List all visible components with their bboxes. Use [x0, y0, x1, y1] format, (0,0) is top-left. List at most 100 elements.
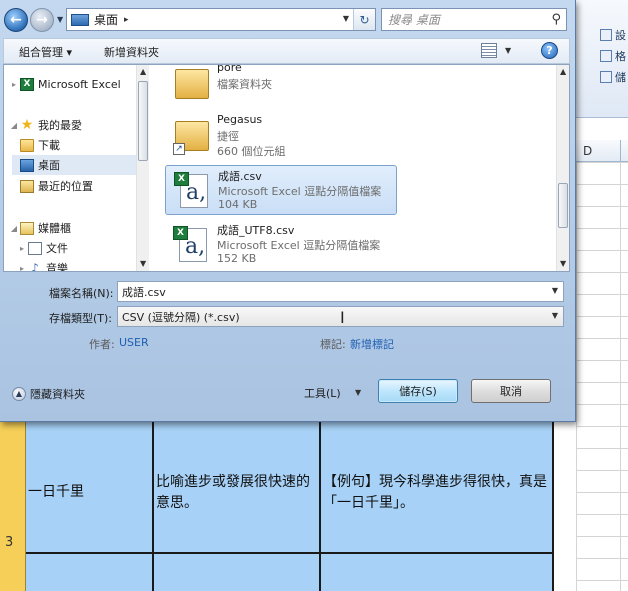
column-divider	[620, 140, 621, 162]
back-button[interactable]: ←	[4, 8, 28, 32]
csv-file-icon: a, X	[173, 226, 209, 264]
cell-idiom[interactable]: 一日千里	[26, 422, 154, 554]
browser-pane: ▸ X Microsoft Excel ◢ ★ 我的最愛 下載 桌面 最近的位置	[3, 64, 570, 272]
excel-badge-icon: X	[173, 226, 188, 240]
nav-item-libraries[interactable]: ◢ 媒體櫃	[8, 218, 71, 238]
file-type: Microsoft Excel 逗點分隔值檔案	[217, 239, 381, 252]
row-header[interactable]	[0, 554, 26, 591]
folder-shape	[175, 69, 209, 99]
address-bar[interactable]: 桌面 ▸ ▼ ↻	[66, 8, 376, 31]
filetype-label: 存檔類型(T):	[49, 312, 113, 325]
sheet-grid[interactable]	[576, 162, 628, 591]
ribbon-table-icon	[600, 50, 612, 62]
nav-item-excel[interactable]: ▸ X Microsoft Excel	[8, 74, 121, 94]
cell[interactable]	[154, 554, 321, 591]
cell[interactable]	[321, 554, 554, 591]
filename-label: 檔案名稱(N):	[49, 287, 114, 300]
nav-label: 文件	[46, 242, 68, 255]
nav-item-documents[interactable]: ▸ 文件	[16, 238, 68, 258]
cell-example-text: 【例句】現今科學進步得很快，真是「一日千里」。	[323, 474, 547, 511]
nav-item-music[interactable]: ▸ ♪ 音樂	[16, 258, 68, 272]
search-icon[interactable]: ⚲	[551, 12, 561, 27]
row-number: 3	[5, 535, 14, 550]
file-type: Microsoft Excel 逗點分隔值檔案	[218, 185, 382, 198]
address-dropdown-icon[interactable]: ▼	[343, 14, 349, 23]
file-list-scrollbar[interactable]: ▲ ▼	[556, 65, 569, 271]
nav-item-desktop[interactable]: 桌面	[12, 155, 136, 175]
excel-badge-icon: X	[174, 172, 189, 186]
collapse-icon[interactable]: ◢	[8, 121, 20, 130]
ribbon-item[interactable]: 格	[600, 47, 626, 65]
scroll-down-icon[interactable]: ▼	[560, 259, 566, 268]
file-item-csv-selected[interactable]: a, X 成語.csv Microsoft Excel 逗點分隔值檔案 104 …	[165, 165, 397, 215]
author-value[interactable]: USER	[119, 336, 149, 349]
file-item-shortcut[interactable]: ↗ Pegasus 捷徑 660 個位元組	[165, 111, 397, 161]
filename-field[interactable]: 成語.csv ▼	[117, 281, 564, 302]
search-box[interactable]: 搜尋 桌面 ⚲	[381, 8, 567, 31]
file-item-folder[interactable]: pore 檔案資料夾	[165, 65, 397, 109]
nav-label: Microsoft Excel	[38, 77, 121, 91]
refresh-button[interactable]: ↻	[353, 9, 375, 30]
recent-places-icon	[20, 179, 34, 193]
file-name: 成語_UTF8.csv	[217, 224, 295, 237]
column-header-d[interactable]: D	[583, 144, 592, 158]
views-dropdown-icon[interactable]: ▼	[505, 46, 511, 55]
nav-item-favorites[interactable]: ◢ ★ 我的最愛	[8, 115, 82, 135]
ribbon-item[interactable]: 設	[600, 26, 626, 44]
arrow-left-icon: ←	[10, 12, 22, 28]
tags-label: 標記:	[320, 338, 346, 351]
expand-icon[interactable]: ▸	[16, 244, 28, 253]
file-name: Pegasus	[217, 113, 263, 126]
csv-file-icon: a, X	[174, 172, 210, 210]
expand-icon[interactable]: ▸	[16, 264, 28, 272]
arrow-right-icon: →	[36, 12, 48, 28]
new-folder-button[interactable]: 新增資料夾	[104, 44, 159, 60]
cell-meaning[interactable]: 比喻進步或發展很快速的意思。	[154, 422, 321, 554]
scroll-up-icon[interactable]: ▲	[560, 67, 566, 76]
ribbon-item[interactable]: 儲	[600, 68, 626, 86]
hide-folders-button[interactable]: ▲ 隱藏資料夾	[12, 386, 85, 402]
file-list: pore 檔案資料夾 ↗ Pegasus 捷徑 660 個位元組 a, X 成語…	[152, 65, 556, 271]
save-button[interactable]: 儲存(S)	[378, 379, 458, 403]
file-item-csv[interactable]: a, X 成語_UTF8.csv Microsoft Excel 逗點分隔值檔案…	[165, 220, 397, 270]
chevron-down-icon[interactable]: ▼	[552, 311, 558, 320]
tools-dropdown-icon[interactable]: ▼	[355, 388, 361, 397]
nav-item-downloads[interactable]: 下載	[20, 135, 60, 155]
music-icon: ♪	[31, 260, 39, 272]
collapse-icon[interactable]: ◢	[8, 224, 20, 233]
csv-letter-icon: a,	[186, 180, 207, 205]
scrollbar-thumb[interactable]	[138, 81, 148, 161]
scrollbar-thumb[interactable]	[558, 183, 568, 228]
file-size: 152 KB	[217, 252, 257, 265]
add-tag-link[interactable]: 新增標記	[350, 336, 394, 352]
organize-button[interactable]: 組合管理 ▾	[19, 44, 72, 60]
excel-icon: X	[20, 77, 34, 91]
folder-icon	[20, 138, 34, 152]
cancel-button[interactable]: 取消	[471, 379, 551, 403]
tools-button[interactable]: 工具(L)	[304, 385, 341, 401]
address-location[interactable]: 桌面	[94, 11, 118, 28]
nav-label: 下載	[38, 139, 60, 152]
nav-item-recent[interactable]: 最近的位置	[20, 176, 93, 196]
views-icon[interactable]	[481, 43, 497, 58]
file-type: 檔案資料夾	[217, 78, 272, 91]
cell[interactable]	[26, 554, 154, 591]
scroll-down-icon[interactable]: ▼	[140, 259, 146, 268]
nav-scrollbar[interactable]: ▲ ▼	[136, 65, 149, 271]
chevron-down-icon[interactable]: ▼	[552, 286, 558, 295]
expand-icon[interactable]: ▸	[8, 80, 20, 89]
desktop-icon	[20, 158, 34, 172]
navigation-pane: ▸ X Microsoft Excel ◢ ★ 我的最愛 下載 桌面 最近的位置	[4, 65, 149, 271]
scroll-up-icon[interactable]: ▲	[140, 67, 146, 76]
breadcrumb-arrow-icon[interactable]: ▸	[124, 15, 129, 25]
recent-pages-dropdown[interactable]: ▼	[57, 15, 63, 24]
cell-example[interactable]: 【例句】現今科學進步得很快，真是「一日千里」。	[321, 422, 554, 554]
text-cursor-icon: I	[340, 308, 345, 327]
nav-label: 桌面	[38, 159, 60, 172]
help-icon[interactable]: ?	[541, 42, 558, 59]
filetype-value: CSV (逗號分隔) (*.csv)	[122, 310, 240, 324]
chevron-up-icon: ▲	[12, 387, 26, 401]
forward-button[interactable]: →	[30, 8, 54, 32]
ribbon-format-icon	[600, 29, 612, 41]
file-size: 660 個位元組	[217, 145, 286, 158]
